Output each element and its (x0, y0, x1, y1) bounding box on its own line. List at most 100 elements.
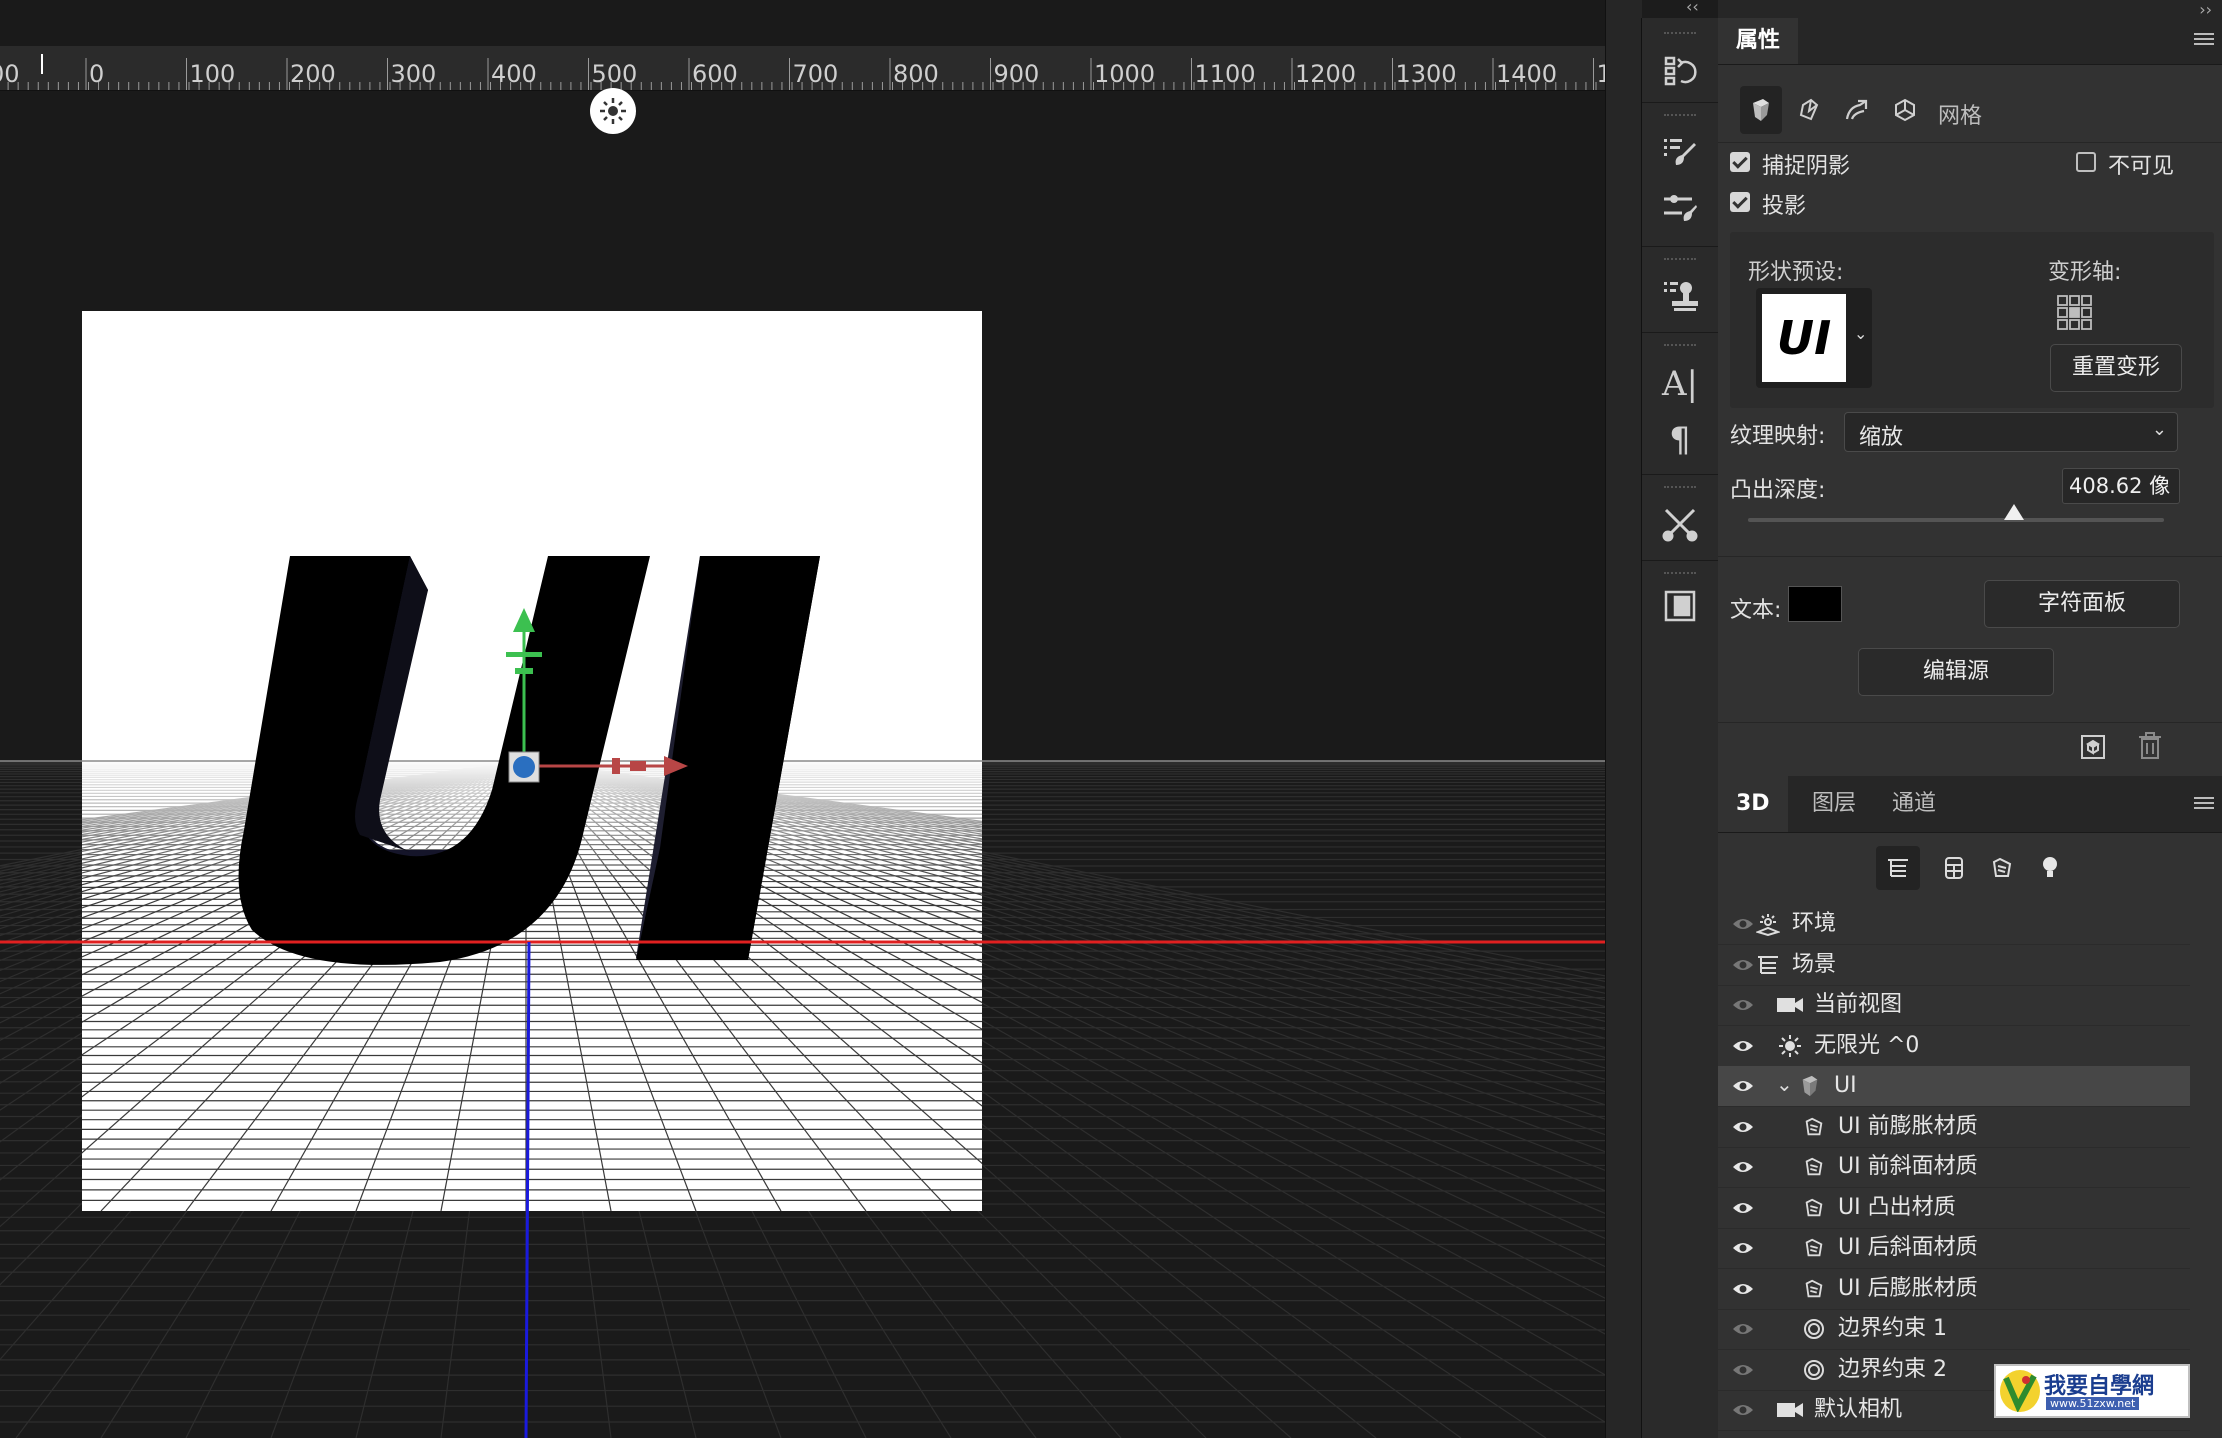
layer-row[interactable]: UI 前斜面材质 (1718, 1147, 2190, 1188)
invisible-checkbox[interactable] (2076, 152, 2096, 172)
visibility-eye-icon[interactable] (1732, 1159, 1754, 1173)
visibility-eye-icon[interactable] (1732, 1402, 1754, 1416)
camera-icon (1776, 1396, 1804, 1424)
canvas-area[interactable]: 0001002003004005006007008009001000110012… (0, 0, 1605, 1438)
layer-label: UI 凸出材质 (1838, 1194, 1956, 1220)
ruler-tick-label: 900 (994, 60, 1040, 88)
clone-source-icon[interactable] (1654, 270, 1706, 322)
layer-row[interactable]: UI 后膨胀材质 (1718, 1269, 2190, 1310)
trash-icon[interactable] (2138, 732, 2164, 760)
light-widget-icon[interactable] (590, 88, 636, 134)
deform-axis-grid-icon[interactable] (2056, 294, 2094, 332)
layer-row[interactable]: 当前视图 (1718, 985, 2190, 1026)
properties-tabbar: 属性 (1718, 18, 2222, 65)
layer-label: UI 前斜面材质 (1838, 1154, 1978, 1179)
visibility-eye-icon[interactable] (1732, 1038, 1754, 1052)
texture-mapping-select[interactable]: 缩放 ⌄ (1844, 412, 2178, 452)
shape-preset-picker[interactable]: UI ⌄ (1756, 288, 1872, 388)
3d-panel-tabbar: 3D 图层 通道 (1718, 776, 2222, 833)
ruler-tick-label: 1000 (1094, 60, 1155, 88)
camera-icon (1776, 991, 1804, 1019)
expand-arrows-icon[interactable]: ›› (2199, 0, 2212, 19)
layer-label: UI (1834, 1073, 1857, 1098)
invisible-label: 不可见 (2108, 154, 2175, 179)
gizmo-center[interactable] (513, 756, 535, 778)
layer-label: 场景 (1792, 951, 1837, 977)
brush-presets-icon[interactable] (1654, 126, 1706, 178)
collapse-strip (1605, 0, 1642, 1438)
scene-filter-icon[interactable] (1876, 846, 1920, 890)
visibility-eye-icon[interactable] (1732, 1281, 1754, 1295)
layer-row[interactable]: UI 前膨胀材质 (1718, 1107, 2190, 1148)
tab-channels[interactable]: 通道 (1874, 776, 1954, 832)
layer-row[interactable]: 场景 (1718, 945, 2190, 986)
visibility-eye-icon[interactable] (1732, 1321, 1754, 1335)
history-icon[interactable] (1654, 44, 1706, 96)
ruler-tick-label: 0 (89, 60, 104, 88)
light-filter-icon[interactable] (2030, 846, 2070, 890)
visibility-eye-icon[interactable] (1732, 1078, 1754, 1092)
watermark-title: 我要自學網 (2044, 1374, 2155, 1399)
mesh-filter-icon[interactable] (1934, 846, 1974, 890)
mode-label: 网格 (1938, 104, 1983, 129)
coordinates-icon[interactable] (1884, 86, 1926, 134)
visibility-eye-icon[interactable] (1732, 997, 1754, 1011)
visibility-eye-icon[interactable] (1732, 1240, 1754, 1254)
visibility-eye-icon[interactable] (1732, 1362, 1754, 1376)
extrusion-depth-input[interactable]: 408.62 像 (2062, 468, 2180, 504)
tool-presets-icon[interactable] (1654, 498, 1706, 550)
ruler-tick-label: 00 (0, 60, 20, 88)
brush-settings-icon[interactable] (1654, 182, 1706, 234)
chevron-down-icon[interactable]: ⌄ (1854, 324, 1867, 343)
ruler-tick-label: 500 (592, 60, 638, 88)
panel-menu-icon[interactable] (2194, 794, 2214, 812)
render-icon[interactable] (2080, 734, 2106, 760)
ruler-tick-label: 800 (893, 60, 939, 88)
layer-label: UI 前膨胀材质 (1838, 1113, 1978, 1139)
watermark-emblem-icon (2000, 1370, 2040, 1413)
right-panels: ›› 属性 属性 网格 捕捉阴影 不可见 投影 形状预设: UI ⌄ 变形轴: (1718, 0, 2222, 1438)
material-icon (1800, 1234, 1828, 1262)
watermark-logo: 我要自學網 www.51zxw.net (1994, 1364, 2190, 1418)
material-icon (1800, 1113, 1828, 1141)
tab-properties[interactable]: 属性 (1718, 18, 1799, 64)
cast-shadows-checkbox[interactable] (1730, 192, 1750, 212)
layer-row[interactable]: UI 凸出材质 (1718, 1188, 2190, 1229)
visibility-eye-icon[interactable] (1732, 1200, 1754, 1214)
deform-axis-label: 变形轴: (2048, 260, 2122, 285)
text-color-swatch[interactable] (1788, 586, 1842, 622)
material-filter-icon[interactable] (1982, 846, 2022, 890)
artboard-panel-icon[interactable] (1654, 580, 1706, 632)
catch-shadows-label: 捕捉阴影 (1762, 154, 1851, 179)
layer-label: 默认相机 (1814, 1397, 1903, 1422)
scene-icon (1754, 951, 1782, 979)
3d-viewport[interactable] (0, 90, 1605, 1438)
layer-row[interactable]: 边界约束 1 (1718, 1309, 2190, 1350)
extrusion-depth-slider[interactable] (1748, 504, 2164, 522)
slider-thumb[interactable] (2004, 504, 2025, 520)
collapse-arrows-icon[interactable]: ‹‹ (1686, 0, 1710, 16)
layer-row[interactable]: 无限光 ^0 (1718, 1026, 2190, 1067)
layer-row[interactable]: 环境 (1718, 904, 2190, 945)
visibility-eye-icon[interactable] (1732, 957, 1754, 971)
shape-preset-thumbnail: UI (1762, 294, 1846, 382)
tab-3d[interactable]: 3D (1718, 776, 1788, 832)
paragraph-panel-icon[interactable]: ¶ (1654, 414, 1706, 466)
reset-deform-button[interactable]: 重置变形 (2050, 344, 2182, 392)
deform-icon[interactable] (1788, 86, 1830, 134)
visibility-eye-icon[interactable] (1732, 1119, 1754, 1133)
mesh-icon[interactable] (1740, 86, 1782, 134)
catch-shadows-checkbox[interactable] (1730, 152, 1750, 172)
character-panel-button[interactable]: 字符面板 (1984, 580, 2180, 628)
panel-menu-icon[interactable] (2194, 30, 2214, 48)
expand-chevron-icon[interactable]: ⌄ (1776, 1072, 1793, 1096)
character-panel-icon[interactable]: A| (1654, 358, 1706, 410)
layer-row[interactable]: ⌄ UI (1718, 1066, 2190, 1107)
edit-source-button[interactable]: 编辑源 (1858, 648, 2054, 696)
tab-layers[interactable]: 图层 (1794, 776, 1874, 832)
material-icon (1800, 1194, 1828, 1222)
cap-icon[interactable] (1836, 86, 1878, 134)
material-icon (1800, 1153, 1828, 1181)
layer-row[interactable]: UI 后斜面材质 (1718, 1228, 2190, 1269)
visibility-eye-icon[interactable] (1732, 916, 1754, 930)
